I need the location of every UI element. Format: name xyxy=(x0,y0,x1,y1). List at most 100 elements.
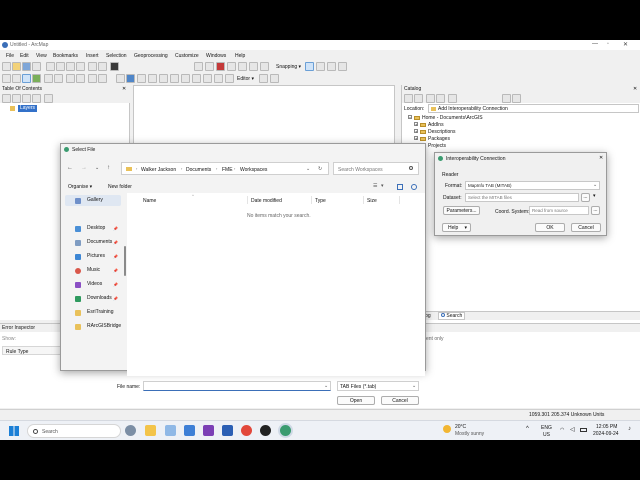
chrome-icon[interactable] xyxy=(241,425,252,436)
menu-insert[interactable]: Insert xyxy=(86,53,99,59)
expand-icon[interactable]: + xyxy=(414,122,418,127)
taskbar-search[interactable]: Search xyxy=(27,424,121,438)
nav-videos[interactable]: Videos 📌 xyxy=(65,279,121,290)
maximize-button[interactable]: ▫ xyxy=(607,41,609,47)
dataset-dropdown-icon[interactable]: ▾ xyxy=(593,193,596,199)
help-button[interactable]: Help ▾ xyxy=(442,223,471,232)
hyperlink-icon[interactable] xyxy=(159,74,168,83)
nav-documents[interactable]: Documents 📌 xyxy=(65,237,121,248)
redo-icon[interactable] xyxy=(98,62,107,71)
go-to-xy-icon[interactable] xyxy=(203,74,212,83)
snap-end-icon[interactable] xyxy=(316,62,325,71)
dataset-browse-button[interactable]: ... xyxy=(581,193,590,202)
weather-icon[interactable] xyxy=(443,425,451,433)
fixed-zoom-in-icon[interactable] xyxy=(44,74,53,83)
menu-customize[interactable]: Customize xyxy=(175,53,199,59)
new-folder-button[interactable]: New folder xyxy=(108,184,132,190)
address-bar[interactable]: › Walker Jackson › Documents › FME › Wor… xyxy=(121,162,329,175)
organise-menu[interactable]: Organise ▾ xyxy=(68,184,92,190)
view-dropdown-icon[interactable]: ▾ xyxy=(381,183,384,189)
snap-vertex-icon[interactable] xyxy=(327,62,336,71)
zoom-out-icon[interactable] xyxy=(12,74,21,83)
nav-esritraining[interactable]: EsriTraining xyxy=(65,307,121,318)
menu-selection[interactable]: Selection xyxy=(106,53,127,59)
catalog-up-icon[interactable] xyxy=(426,94,435,103)
clear-selection-icon[interactable] xyxy=(98,74,107,83)
ok-button[interactable]: OK xyxy=(535,223,565,232)
battery-icon[interactable] xyxy=(580,428,587,432)
photos-icon[interactable] xyxy=(165,425,176,436)
fixed-zoom-out-icon[interactable] xyxy=(54,74,63,83)
catalog-refresh-icon[interactable] xyxy=(502,94,511,103)
forward-arrow-icon[interactable]: → xyxy=(81,165,87,171)
tab-search[interactable]: Search xyxy=(438,312,466,320)
cancel-button[interactable]: Cancel xyxy=(381,396,419,405)
edit-tool-icon[interactable] xyxy=(259,74,268,83)
list-by-selection-icon[interactable] xyxy=(32,94,41,103)
find-icon[interactable] xyxy=(137,74,146,83)
open-button[interactable]: Open xyxy=(337,396,375,405)
nav-scrollbar[interactable] xyxy=(124,246,126,276)
word-icon[interactable] xyxy=(222,425,233,436)
taskbar-search-input[interactable]: Search xyxy=(42,429,58,435)
catalog-window-icon[interactable] xyxy=(205,62,214,71)
start-icon[interactable] xyxy=(9,426,19,436)
html-popup-icon[interactable] xyxy=(170,74,179,83)
snapping-label[interactable]: Snapping ▾ xyxy=(276,64,301,70)
clock-date[interactable]: 2024-09-24 xyxy=(593,431,619,437)
delete-icon[interactable] xyxy=(76,62,85,71)
expand-icon[interactable]: + xyxy=(414,129,418,134)
help-circle-icon[interactable] xyxy=(411,184,417,190)
recent-chevron-icon[interactable]: ⌄ xyxy=(95,165,99,171)
pin-icon[interactable]: 📌 xyxy=(113,293,118,304)
select-elements-icon[interactable] xyxy=(116,74,125,83)
menu-geoprocessing[interactable]: Geoprocessing xyxy=(134,53,168,59)
full-extent-icon[interactable] xyxy=(32,74,41,83)
copy-icon[interactable] xyxy=(56,62,65,71)
clock-time[interactable]: 12:05 PM xyxy=(596,424,617,430)
catalog-tree-home[interactable]: − Home - Documents\ArcGIS xyxy=(408,115,483,121)
list-by-drawing-order-icon[interactable] xyxy=(2,94,11,103)
swipe-icon[interactable] xyxy=(214,74,223,83)
model-builder-icon[interactable] xyxy=(238,62,247,71)
list-by-visibility-icon[interactable] xyxy=(22,94,31,103)
breadcrumb-fme[interactable]: FME xyxy=(222,167,233,173)
nav-downloads[interactable]: Downloads 📌 xyxy=(65,293,121,304)
toc-options-icon[interactable] xyxy=(44,94,53,103)
column-type[interactable]: Type xyxy=(315,198,326,204)
catalog-tree-descriptions[interactable]: + Descriptions xyxy=(414,129,456,135)
editor-toolbar-icon[interactable] xyxy=(194,62,203,71)
catalog-close-icon[interactable]: ✕ xyxy=(633,86,637,92)
arctoolbox-icon[interactable] xyxy=(216,62,225,71)
settings-icon[interactable] xyxy=(125,425,136,436)
column-size[interactable]: Size xyxy=(367,198,377,204)
location-field[interactable]: Add Interoperability Connection xyxy=(428,104,639,113)
pin-icon[interactable]: 📌 xyxy=(113,251,118,262)
search-box[interactable]: Search Workspaces xyxy=(333,162,419,175)
minimize-button[interactable]: — xyxy=(592,41,598,47)
save-icon[interactable] xyxy=(22,62,31,71)
back-arrow-icon[interactable]: ← xyxy=(67,165,73,171)
menu-bookmarks[interactable]: Bookmarks xyxy=(53,53,78,59)
arcgis-pro-icon[interactable] xyxy=(260,425,271,436)
file-type-select[interactable]: TAB Files (*.tab) ⌄ xyxy=(337,381,419,391)
editor-menu[interactable]: Editor ▾ xyxy=(237,76,254,82)
view-options-icon[interactable]: ☰ xyxy=(373,183,377,189)
pin-icon[interactable]: 📌 xyxy=(113,279,118,290)
tray-chevron-icon[interactable]: ^ xyxy=(526,426,529,432)
menu-file[interactable]: File xyxy=(6,53,14,59)
interop-close-icon[interactable]: ✕ xyxy=(599,155,603,161)
catalog-view-icon[interactable] xyxy=(512,94,521,103)
dataset-input[interactable]: Select the MITAB files xyxy=(465,193,579,202)
file-name-dropdown-icon[interactable]: ⌄ xyxy=(324,383,328,389)
catalog-tree-addins[interactable]: + AddIns xyxy=(414,122,444,128)
cut-icon[interactable] xyxy=(46,62,55,71)
collapse-icon[interactable]: − xyxy=(408,115,412,120)
forward-extent-icon[interactable] xyxy=(76,74,85,83)
language-label[interactable]: ENG xyxy=(541,425,552,431)
volume-icon[interactable]: ◁ xyxy=(570,426,575,433)
nav-gallery[interactable]: Gallery xyxy=(65,195,121,206)
catalog-connect-folder-icon[interactable] xyxy=(448,94,457,103)
breadcrumb-workspaces[interactable]: Workspaces xyxy=(240,167,267,173)
paste-icon[interactable] xyxy=(66,62,75,71)
